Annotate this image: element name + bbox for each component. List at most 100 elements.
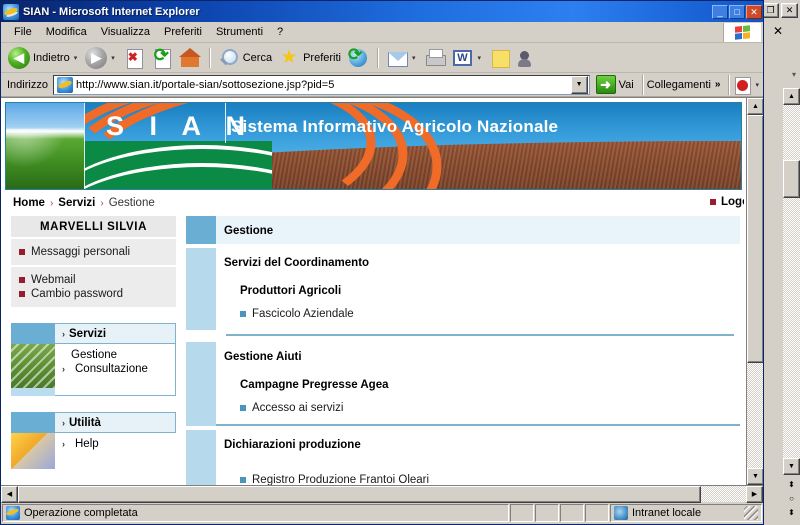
section-link-fascicolo-aziendale[interactable]: Fascicolo Aziendale (216, 297, 740, 330)
menu-help[interactable]: ? (270, 24, 290, 40)
sidebar-section-title-wrap[interactable]: › Utilità (55, 412, 176, 433)
menu-strumenti[interactable]: Strumenti (209, 24, 270, 40)
sidebar-section-utilita: › Utilità › Help (11, 412, 176, 469)
scroll-down-arrow[interactable]: ▼ (747, 468, 763, 485)
vertical-scroll-thumb[interactable] (747, 115, 763, 363)
outer-scroll-thumb[interactable] (783, 160, 800, 198)
network-zone-icon (614, 506, 628, 520)
outer-scroll-down-arrow[interactable]: ▼ (783, 458, 800, 475)
mail-dropdown-caret-icon[interactable]: ▾ (412, 54, 416, 62)
sidebar-item-messaggi-personali[interactable]: Messaggi personali (11, 245, 176, 259)
maximize-button[interactable]: □ (729, 4, 745, 19)
section-link-accesso-ai-servizi[interactable]: Accesso ai servizi (216, 391, 740, 424)
page-vertical-scrollbar[interactable]: ▲ ▼ (746, 98, 763, 485)
mail-icon (386, 47, 408, 69)
refresh-icon (151, 45, 173, 69)
forward-dropdown-caret-icon[interactable]: ▾ (111, 54, 115, 62)
back-dropdown-caret-icon[interactable]: ▾ (74, 54, 78, 62)
favorites-button[interactable]: ★ Preferiti (275, 46, 344, 70)
links-overflow-chevron-icon[interactable]: » (715, 79, 721, 90)
acrobat-icon[interactable] (733, 76, 752, 95)
breadcrumb-home[interactable]: Home (13, 197, 45, 209)
menu-file[interactable]: File (7, 24, 39, 40)
scroll-up-arrow[interactable]: ▲ (747, 98, 763, 115)
bullet-icon (19, 291, 25, 297)
word-dropdown-caret-icon[interactable]: ▾ (478, 54, 482, 62)
menu-modifica[interactable]: Modifica (39, 24, 94, 40)
outer-document-close-icon[interactable]: ✕ (773, 24, 783, 38)
internet-explorer-icon (3, 3, 19, 20)
acrobat-dropdown-caret-icon[interactable]: ▾ (755, 81, 759, 89)
outer-split-down-icon[interactable]: ⬍ (783, 506, 800, 520)
horizontal-scroll-thumb[interactable] (18, 486, 701, 503)
sidebar-link-help[interactable]: › Help (55, 437, 176, 451)
forward-button[interactable]: ▶ ▾ (82, 46, 120, 70)
sidebar-section-utilita-body: › Help (11, 433, 176, 469)
breadcrumb-separator-1: › (49, 197, 54, 209)
stop-button[interactable] (120, 46, 148, 70)
home-button[interactable] (176, 46, 204, 70)
section-title-band: Dichiarazioni produzione (216, 430, 740, 458)
print-button[interactable] (421, 46, 449, 70)
search-button-label: Cerca (242, 51, 273, 64)
outer-restore-button[interactable]: ❐ (762, 3, 779, 18)
scroll-left-arrow[interactable]: ◀ (1, 486, 18, 503)
status-message-pane: Operazione completata (2, 504, 509, 522)
outer-scroll-up-arrow[interactable]: ▲ (783, 88, 800, 105)
outer-vertical-scrollbar[interactable]: ▲ ▼ ⬍ ○ ⬍ (783, 88, 800, 525)
sidebar-item-cambio-password[interactable]: Cambio password (11, 287, 176, 301)
mail-button[interactable]: ▾ (383, 46, 421, 70)
toolbar-separator-2 (376, 47, 378, 68)
address-separator (641, 74, 643, 95)
search-button[interactable]: Cerca (215, 46, 275, 70)
section-accent-bar (186, 430, 216, 485)
section-title: Gestione Aiuti (224, 351, 302, 363)
notes-button[interactable] (486, 46, 514, 70)
go-button[interactable]: ➜ Vai (590, 75, 638, 94)
edit-word-button[interactable]: W ▾ (449, 46, 487, 70)
refresh-button[interactable] (148, 45, 176, 70)
outer-split-mid-icon[interactable]: ○ (783, 492, 800, 506)
section-link-registro-produzione-frantoi-oleari[interactable]: Registro Produzione Frantoi Oleari (216, 458, 740, 485)
internet-explorer-icon (6, 506, 20, 520)
menu-preferiti[interactable]: Preferiti (157, 24, 209, 40)
sidebar-link-gestione[interactable]: Gestione (55, 348, 175, 362)
address-input[interactable]: http://www.sian.it/portale-sian/sottosez… (52, 74, 590, 95)
address-url-text[interactable]: http://www.sian.it/portale-sian/sottosez… (76, 79, 571, 91)
sidebar-section-utilita-header[interactable]: › Utilità (11, 412, 176, 433)
outer-close-button[interactable]: ✕ (781, 3, 798, 18)
menu-bar: File Modifica Visualizza Preferiti Strum… (1, 22, 763, 43)
bullet-icon (19, 277, 25, 283)
sidebar-link-consultazione[interactable]: › Consultazione (55, 362, 175, 376)
sidebar-servizi-image (11, 344, 55, 396)
outer-toolbar-overflow-icon[interactable]: ▾ (792, 70, 796, 79)
close-button[interactable]: ✕ (746, 4, 762, 19)
main-content: Gestione Servizi del Coordinamento Produ… (186, 216, 740, 485)
status-pane-2 (535, 504, 559, 522)
menu-visualizza[interactable]: Visualizza (94, 24, 157, 40)
links-bar-label[interactable]: Collegamenti (647, 79, 711, 91)
sidebar-section-title-wrap[interactable]: › Servizi (55, 323, 176, 344)
resize-grip-icon[interactable] (744, 506, 758, 520)
logout-link[interactable]: Logout (710, 196, 744, 208)
address-dropdown-button[interactable]: ▼ (570, 75, 588, 94)
breadcrumb-servizi[interactable]: Servizi (58, 197, 95, 209)
scroll-right-arrow[interactable]: ▶ (746, 486, 763, 503)
home-icon (178, 47, 201, 69)
logout-label: Logout (721, 196, 744, 208)
back-button[interactable]: ◀ Indietro ▾ (5, 46, 82, 70)
bullet-icon (240, 311, 246, 317)
history-button[interactable] (344, 45, 372, 70)
sidebar-section-servizi-header[interactable]: › Servizi (11, 323, 176, 344)
page-horizontal-scrollbar[interactable]: ◀ ▶ (1, 485, 763, 503)
breadcrumb: Home › Servizi › Gestione Logout (1, 190, 746, 216)
sidebar-item-webmail[interactable]: Webmail (11, 273, 176, 287)
section-title-band: Gestione Aiuti (216, 342, 740, 370)
chevron-right-icon: › (62, 439, 65, 449)
outer-split-up-icon[interactable]: ⬍ (783, 478, 800, 492)
minimize-button[interactable]: _ (712, 4, 728, 19)
address-bar: Indirizzo http://www.sian.it/portale-sia… (1, 73, 763, 97)
messenger-button[interactable] (514, 46, 542, 70)
chevron-right-icon: › (62, 364, 65, 374)
sidebar-personal-group: Messaggi personali (11, 239, 176, 265)
